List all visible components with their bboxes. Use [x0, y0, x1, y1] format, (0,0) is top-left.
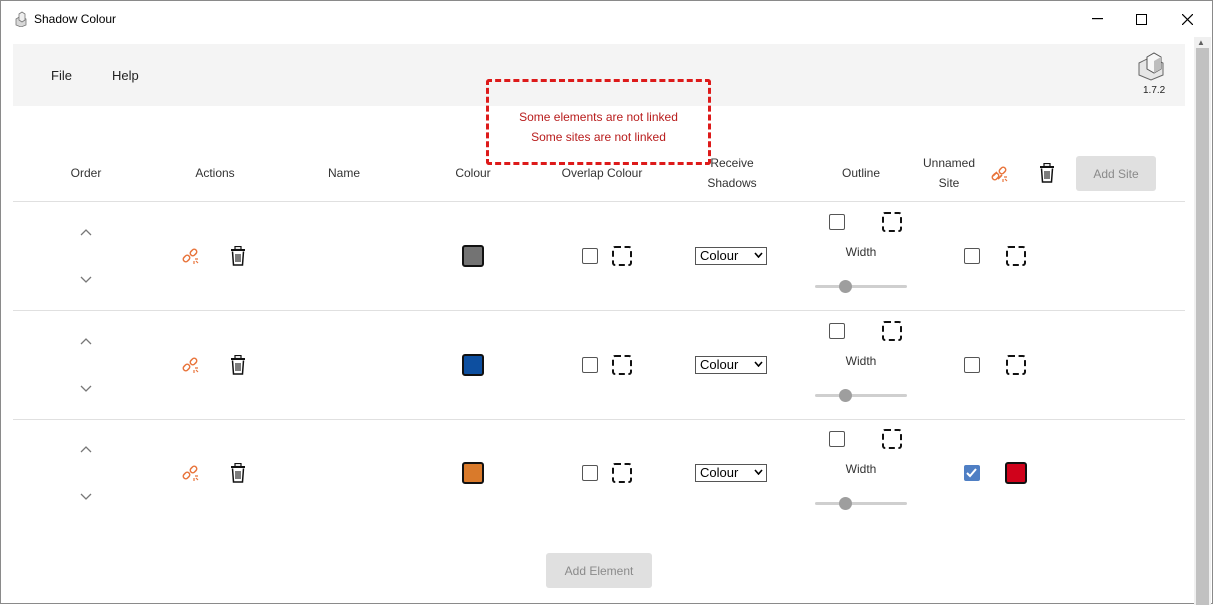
- site-checkbox[interactable]: [964, 248, 980, 264]
- maximize-button[interactable]: [1118, 1, 1164, 37]
- width-slider-thumb[interactable]: [839, 497, 852, 510]
- width-label: Width: [845, 245, 877, 259]
- unlinked-icon[interactable]: [181, 463, 201, 483]
- site-colour-swatch[interactable]: [1005, 462, 1027, 484]
- header-receive-shadows: Receive Shadows: [691, 156, 773, 190]
- move-up-icon[interactable]: [79, 227, 93, 237]
- move-down-icon[interactable]: [79, 275, 93, 285]
- width-slider[interactable]: [815, 502, 907, 505]
- move-down-icon[interactable]: [79, 384, 93, 394]
- row-divider: [13, 310, 1185, 311]
- width-slider[interactable]: [815, 394, 907, 397]
- colour-swatch[interactable]: [462, 245, 484, 267]
- width-slider-thumb[interactable]: [839, 389, 852, 402]
- add-element-button[interactable]: Add Element: [546, 553, 652, 588]
- window-title: Shadow Colour: [34, 12, 117, 26]
- product-logo-icon: [1138, 52, 1164, 81]
- header-actions: Actions: [195, 166, 235, 180]
- move-up-icon[interactable]: [79, 444, 93, 454]
- header-name: Name: [327, 166, 360, 180]
- overlap-colour-swatch[interactable]: [612, 463, 632, 483]
- move-down-icon[interactable]: [79, 492, 93, 502]
- overlap-colour-swatch[interactable]: [612, 355, 632, 375]
- receive-shadows-select[interactable]: Colour: [695, 464, 767, 482]
- outline-colour-swatch[interactable]: [882, 429, 902, 449]
- header-site-line2: Site: [938, 176, 960, 190]
- close-icon: [1181, 13, 1193, 25]
- chevron-down-icon: [754, 469, 763, 475]
- add-site-button[interactable]: Add Site: [1076, 156, 1156, 191]
- receive-select-value: Colour: [700, 357, 739, 372]
- notice-elements-text: Some elements are not linked: [519, 110, 678, 124]
- header-receive-line1: Receive: [710, 156, 754, 170]
- move-up-icon[interactable]: [79, 336, 93, 346]
- width-label: Width: [845, 462, 877, 476]
- delete-icon[interactable]: [230, 246, 246, 266]
- app-logo-icon: [15, 11, 27, 27]
- check-icon: [966, 468, 977, 478]
- header-outline: Outline: [841, 166, 881, 180]
- site-link-icon[interactable]: [990, 164, 1010, 184]
- outline-checkbox[interactable]: [829, 214, 845, 230]
- title-bar: Shadow Colour: [1, 1, 1212, 37]
- chevron-down-icon: [754, 361, 763, 367]
- width-slider-thumb[interactable]: [839, 280, 852, 293]
- row-divider: [13, 419, 1185, 420]
- outline-colour-swatch[interactable]: [882, 321, 902, 341]
- receive-shadows-select[interactable]: Colour: [695, 247, 767, 265]
- header-unnamed-site: Unnamed Site: [914, 156, 984, 190]
- menu-file[interactable]: File: [51, 68, 72, 83]
- width-slider[interactable]: [815, 285, 907, 288]
- site-checkbox[interactable]: [964, 357, 980, 373]
- site-colour-swatch[interactable]: [1006, 246, 1026, 266]
- receive-shadows-select[interactable]: Colour: [695, 356, 767, 374]
- header-overlap-colour: Overlap Colour: [561, 166, 643, 180]
- receive-select-value: Colour: [700, 465, 739, 480]
- site-delete-icon[interactable]: [1039, 163, 1055, 183]
- receive-select-value: Colour: [700, 248, 739, 263]
- unlinked-icon[interactable]: [181, 246, 201, 266]
- header-colour: Colour: [455, 166, 491, 180]
- outline-checkbox[interactable]: [829, 323, 845, 339]
- link-warning-notice: Some elements are not linked Some sites …: [486, 79, 711, 165]
- width-label: Width: [845, 354, 877, 368]
- colour-swatch[interactable]: [462, 354, 484, 376]
- delete-icon[interactable]: [230, 463, 246, 483]
- header-order: Order: [70, 166, 102, 180]
- site-checkbox[interactable]: [964, 465, 980, 481]
- colour-swatch[interactable]: [462, 462, 484, 484]
- scroll-up-icon[interactable]: ▲: [1197, 38, 1205, 47]
- overlap-colour-swatch[interactable]: [612, 246, 632, 266]
- outline-colour-swatch[interactable]: [882, 212, 902, 232]
- overlap-checkbox[interactable]: [582, 465, 598, 481]
- delete-icon[interactable]: [230, 355, 246, 375]
- unlinked-icon[interactable]: [181, 355, 201, 375]
- site-colour-swatch[interactable]: [1006, 355, 1026, 375]
- overlap-checkbox[interactable]: [582, 248, 598, 264]
- notice-sites-text: Some sites are not linked: [531, 130, 666, 144]
- chevron-down-icon: [754, 252, 763, 258]
- minimize-icon: [1091, 18, 1103, 20]
- row-divider: [13, 201, 1185, 202]
- menu-help[interactable]: Help: [112, 68, 139, 83]
- version-label: 1.7.2: [1143, 85, 1166, 96]
- header-site-line1: Unnamed: [922, 156, 976, 170]
- scrollbar-thumb[interactable]: [1196, 48, 1209, 605]
- close-button[interactable]: [1164, 1, 1210, 37]
- maximize-icon: [1135, 13, 1147, 25]
- overlap-checkbox[interactable]: [582, 357, 598, 373]
- app-window: Shadow Colour File Help 1.7.2 Some eleme…: [0, 0, 1213, 605]
- header-receive-line2: Shadows: [707, 176, 757, 190]
- minimize-button[interactable]: [1074, 1, 1120, 37]
- outline-checkbox[interactable]: [829, 431, 845, 447]
